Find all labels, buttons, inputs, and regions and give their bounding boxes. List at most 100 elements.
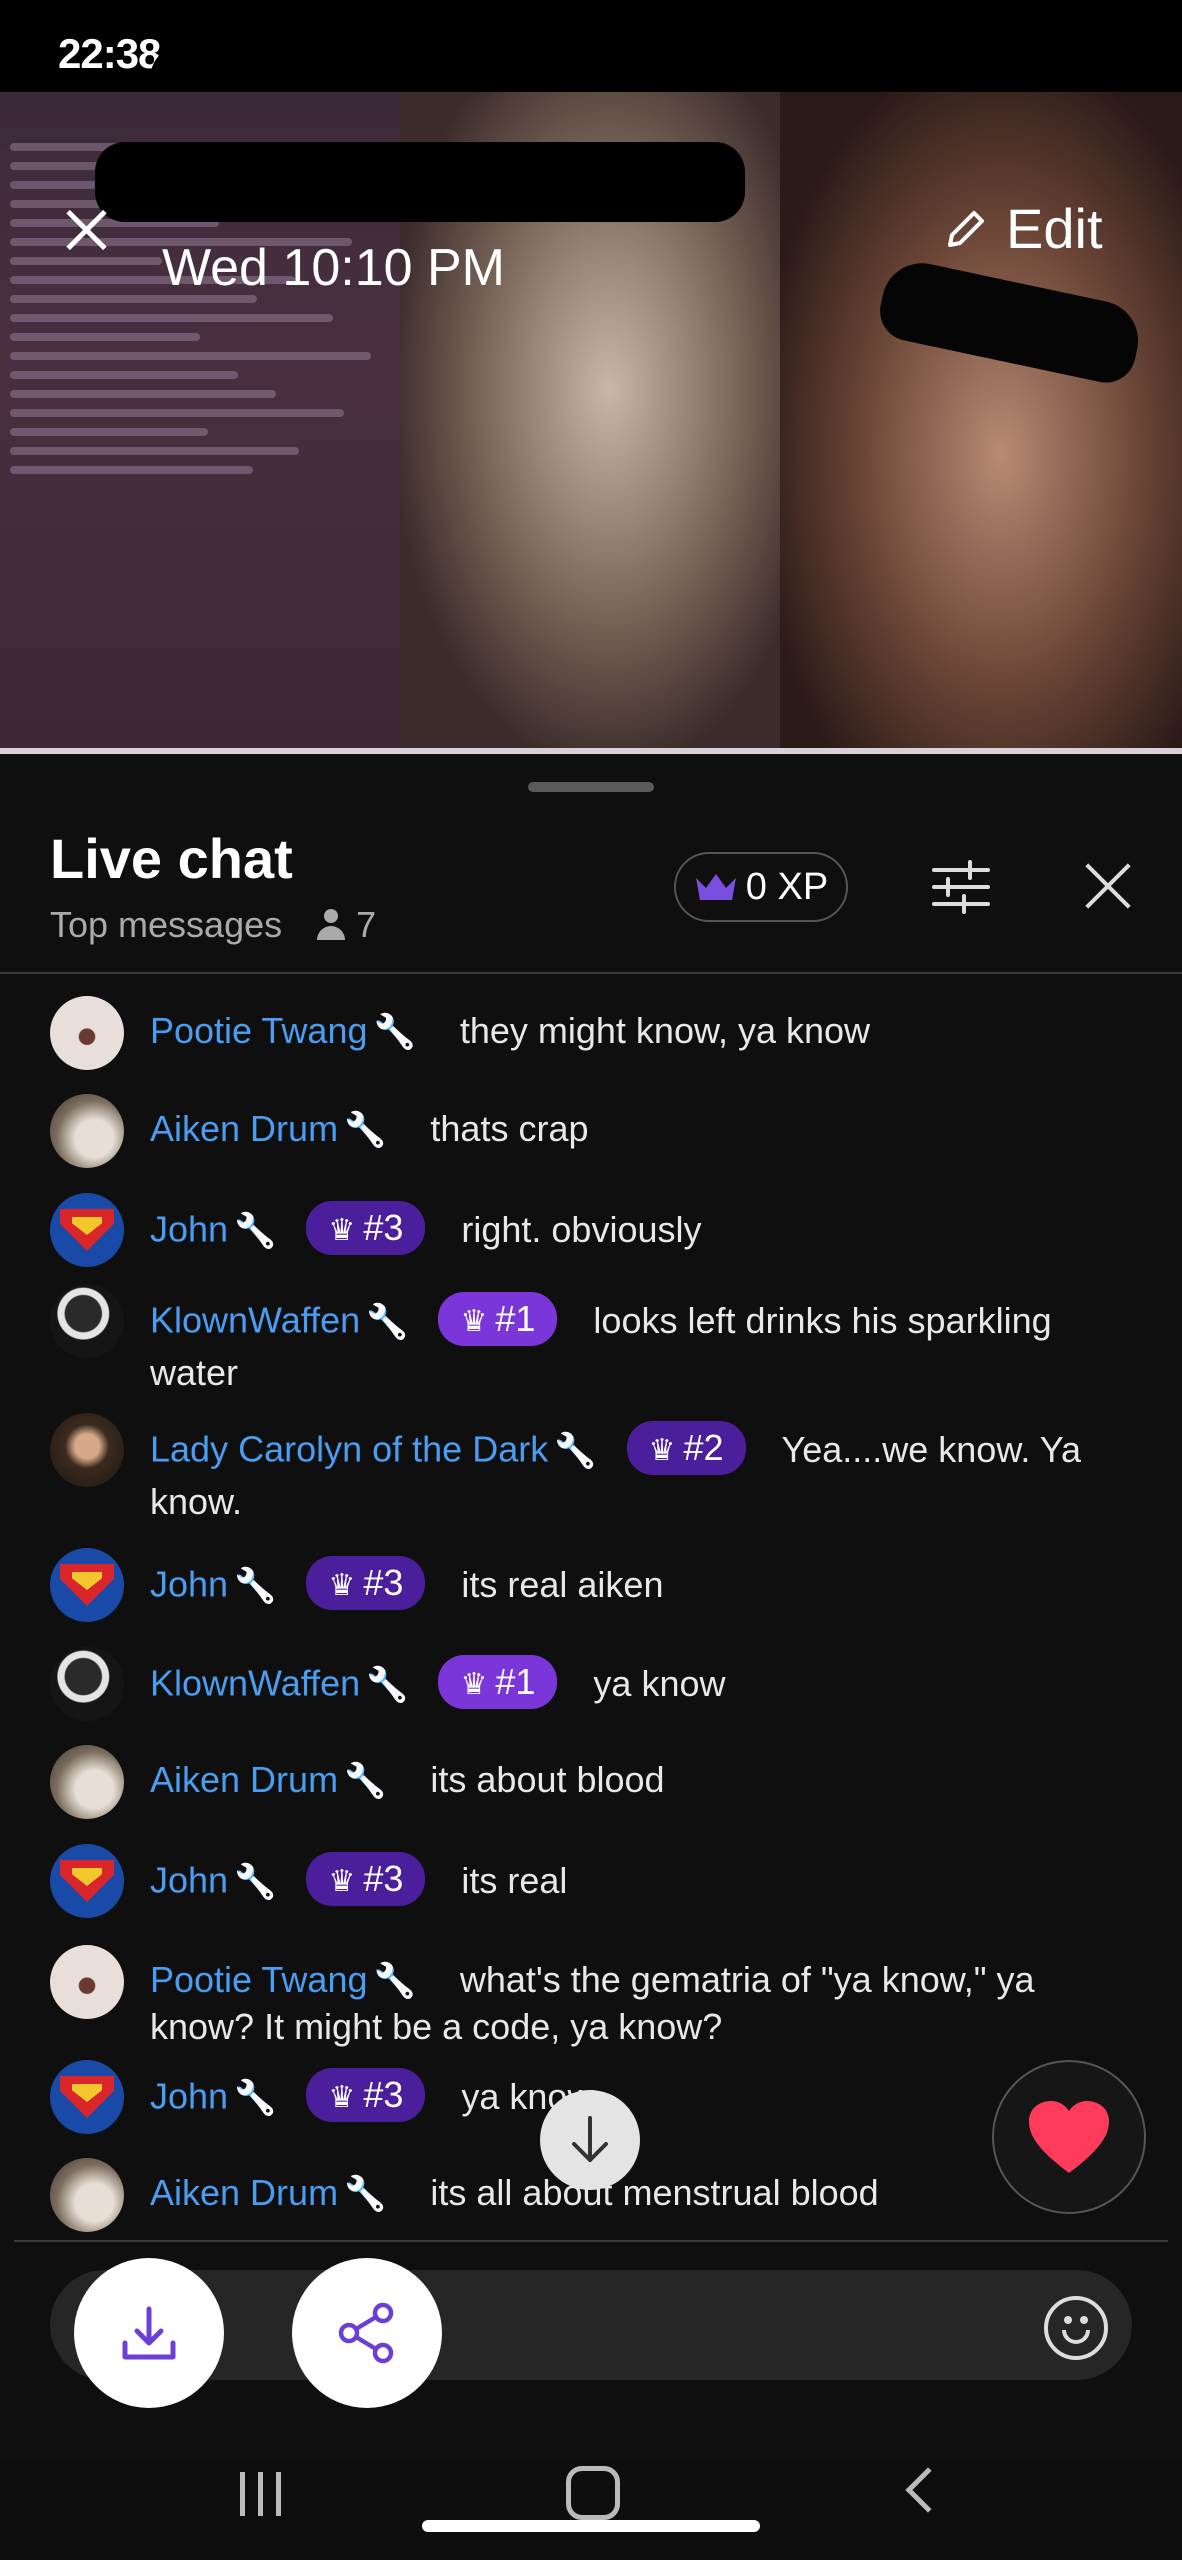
chat-message[interactable]: Pootie Twang 🔧 they might know, ya know — [50, 996, 1140, 1070]
message-author[interactable]: Lady Carolyn of the Dark — [150, 1429, 548, 1470]
avatar[interactable] — [50, 1647, 124, 1721]
rank-badge: ♛ #1 — [438, 1292, 558, 1346]
wrench-icon: 🔧 — [373, 1013, 416, 1051]
arrow-down-icon — [572, 2116, 608, 2162]
home-icon[interactable] — [566, 2466, 620, 2520]
message-body: Pootie Twang 🔧 what's the gematria of "ya … — [150, 1945, 1140, 2050]
chat-mode-selector[interactable]: Top messages 7 — [50, 904, 376, 946]
avatar[interactable] — [50, 1094, 124, 1168]
avatar[interactable] — [50, 1945, 124, 2019]
avatar[interactable] — [50, 1844, 124, 1918]
message-author[interactable]: John — [150, 2076, 228, 2117]
avatar[interactable] — [50, 1284, 124, 1358]
emoji-icon[interactable] — [1044, 2296, 1108, 2360]
wrench-icon: 🔧 — [234, 1862, 277, 1901]
viewer-count: 7 — [316, 904, 376, 946]
header-divider — [0, 972, 1182, 974]
message-text: its real — [461, 1859, 568, 1901]
crown-icon: ♛ — [460, 1305, 488, 1338]
chat-message[interactable]: Aiken Drum 🔧 its about blood — [50, 1745, 1140, 1819]
avatar[interactable] — [50, 1413, 124, 1487]
message-text: they might know, ya know — [459, 1010, 871, 1051]
wrench-icon: 🔧 — [554, 1431, 597, 1470]
rank-badge: ♛ #3 — [306, 1201, 426, 1255]
chat-message[interactable]: John 🔧 ♛ #3 its real aiken — [50, 1548, 1140, 1622]
drag-handle[interactable] — [528, 782, 654, 792]
crown-icon: ♛ — [328, 1214, 356, 1247]
message-body: Lady Carolyn of the Dark 🔧 ♛ #2 Yea....we kn… — [150, 1413, 1140, 1525]
scroll-to-bottom-button[interactable] — [540, 2090, 640, 2190]
message-author[interactable]: John — [150, 1209, 228, 1250]
download-icon — [122, 2306, 176, 2360]
rank-badge-label: #3 — [363, 1207, 404, 1248]
rank-badge-label: #2 — [683, 1427, 724, 1468]
chat-message[interactable]: Pootie Twang 🔧 what's the gematria of "ya … — [50, 1945, 1140, 2050]
avatar[interactable] — [50, 1745, 124, 1819]
chat-message[interactable]: John 🔧 ♛ #3 its real — [50, 1844, 1140, 1918]
wrench-icon: 🔧 — [234, 2078, 277, 2117]
superman-logo — [60, 1209, 114, 1251]
home-indicator[interactable] — [422, 2520, 760, 2532]
chat-message[interactable]: KlownWaffen 🔧 ♛ #1 looks left drinks his spa… — [50, 1284, 1140, 1396]
chat-message[interactable]: John 🔧 ♛ #3 right. obviously — [50, 1193, 1140, 1267]
download-button[interactable] — [74, 2258, 224, 2408]
message-author[interactable]: KlownWaffen — [150, 1663, 360, 1704]
avatar[interactable] — [50, 1193, 124, 1267]
xp-button[interactable]: 0 XP — [674, 852, 848, 922]
message-text: its all about menstrual blood — [430, 2172, 879, 2213]
video-progress-bar[interactable] — [0, 748, 1182, 754]
chat-message[interactable]: KlownWaffen 🔧 ♛ #1 ya know — [50, 1647, 1140, 1721]
rank-badge-label: #3 — [363, 1562, 404, 1603]
message-body: Aiken Drum 🔧 its about blood — [150, 1745, 1140, 1819]
sliders-icon[interactable] — [930, 856, 992, 918]
avatar[interactable] — [50, 996, 124, 1070]
message-author[interactable]: Aiken Drum — [150, 1759, 338, 1800]
avatar[interactable] — [50, 2060, 124, 2134]
message-body: Aiken Drum 🔧 thats crap — [150, 1094, 1140, 1168]
message-author[interactable]: Aiken Drum — [150, 2172, 338, 2213]
chat-message[interactable]: Lady Carolyn of the Dark 🔧 ♛ #2 Yea....we kn… — [50, 1413, 1140, 1525]
message-author[interactable]: Aiken Drum — [150, 1108, 338, 1149]
wrench-icon: 🔧 — [344, 2175, 387, 2213]
webcam-feed-right — [780, 92, 1182, 752]
edit-button[interactable]: Edit — [942, 196, 1103, 261]
message-author[interactable]: Pootie Twang — [150, 1959, 368, 2000]
superman-logo — [60, 2076, 114, 2118]
status-bar: 22:38 — [0, 0, 1182, 114]
avatar[interactable] — [50, 1548, 124, 1622]
input-divider — [14, 2240, 1168, 2242]
message-author[interactable]: Pootie Twang — [150, 1010, 368, 1051]
message-body: John 🔧 ♛ #3 its real aiken — [150, 1548, 1140, 1622]
message-author[interactable]: John — [150, 1564, 228, 1605]
rank-badge: ♛ #3 — [306, 2068, 426, 2122]
message-author[interactable]: John — [150, 1860, 228, 1901]
rank-badge-label: #3 — [363, 2074, 404, 2115]
crown-icon: ♛ — [328, 2081, 356, 2114]
recent-apps-icon[interactable] — [240, 2472, 290, 2516]
wrench-icon: 🔧 — [234, 1211, 277, 1250]
crown-icon: ♛ — [460, 1668, 488, 1701]
wrench-icon: 🔧 — [366, 1302, 409, 1341]
close-chat-icon[interactable] — [1080, 856, 1136, 912]
person-icon — [316, 909, 346, 941]
avatar[interactable] — [50, 2158, 124, 2232]
heart-reaction-button[interactable] — [992, 2060, 1146, 2214]
crown-icon — [695, 874, 736, 900]
redaction-scribble — [440, 56, 1140, 90]
wrench-icon: 🔧 — [373, 1962, 416, 2000]
status-time: 22:38 — [58, 30, 161, 77]
rank-badge-label: #3 — [363, 1858, 404, 1899]
pencil-icon — [948, 210, 984, 247]
app-root: 22:38 Wed 10:10 PM Edit Live chat Top me… — [0, 0, 1182, 2560]
wrench-icon: 🔧 — [234, 1566, 277, 1605]
superman-logo — [60, 1564, 114, 1606]
message-text: its real aiken — [461, 1563, 664, 1605]
share-button[interactable] — [292, 2258, 442, 2408]
message-body: Aiken Drum 🔧 its all about menstrual blood — [150, 2158, 1140, 2232]
chat-message[interactable]: Aiken Drum 🔧 thats crap — [50, 1094, 1140, 1168]
message-author[interactable]: KlownWaffen — [150, 1300, 360, 1341]
crown-icon: ♛ — [328, 1865, 356, 1898]
rank-badge: ♛ #3 — [306, 1852, 426, 1906]
close-video-icon[interactable] — [56, 200, 116, 260]
wrench-icon: 🔧 — [366, 1665, 409, 1704]
